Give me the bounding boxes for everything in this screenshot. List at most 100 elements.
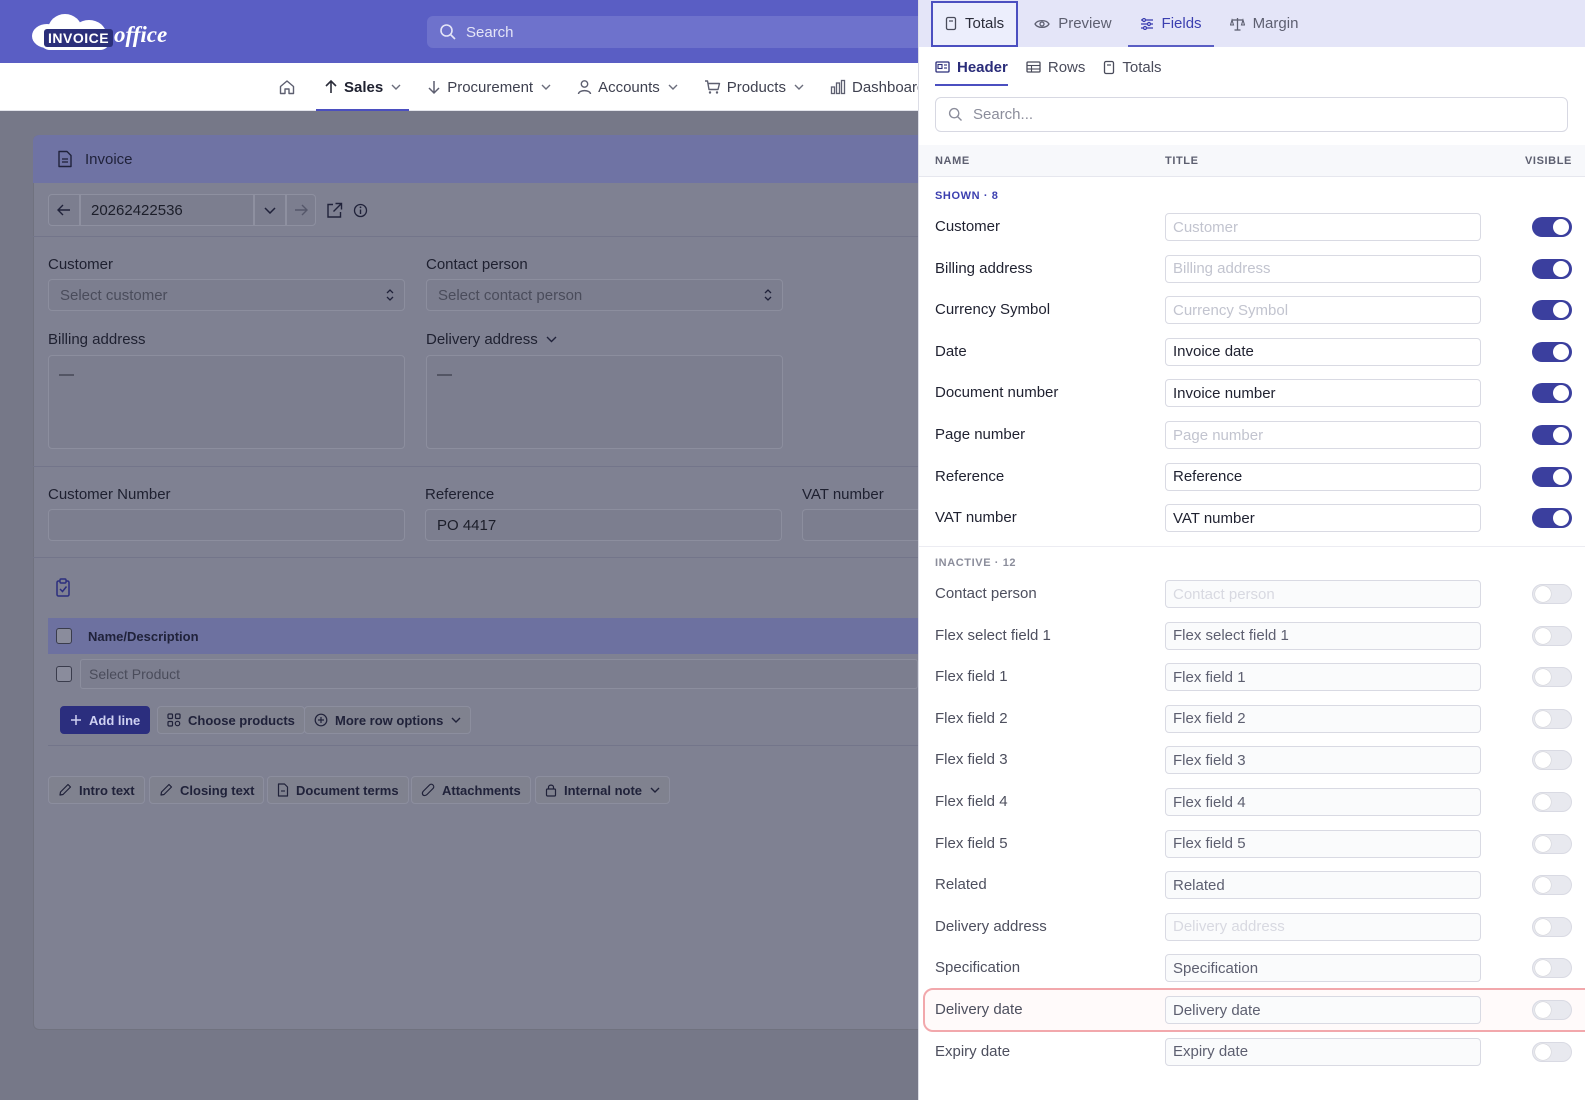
field-title-input[interactable] <box>1165 746 1481 775</box>
field-title-input[interactable] <box>1165 871 1481 900</box>
next-document-button[interactable] <box>286 194 316 226</box>
divider <box>33 557 933 558</box>
toggle-knob <box>1535 835 1551 852</box>
visibility-toggle[interactable] <box>1532 792 1572 812</box>
visibility-toggle[interactable] <box>1532 875 1572 896</box>
visibility-toggle[interactable] <box>1532 300 1572 321</box>
contact-person-select[interactable]: Select contact person <box>426 279 783 311</box>
field-title-input[interactable] <box>1165 580 1481 608</box>
reference-input[interactable]: PO 4417 <box>425 509 782 541</box>
field-title-input[interactable] <box>1165 621 1481 650</box>
field-title-input[interactable] <box>1165 421 1481 449</box>
chevron-down-icon <box>451 717 461 723</box>
billing-address-box[interactable]: — <box>48 355 405 449</box>
attachments-button[interactable]: Attachments <box>411 776 531 804</box>
visibility-toggle[interactable] <box>1532 750 1572 771</box>
divider <box>33 466 933 467</box>
field-name: Currency Symbol <box>935 301 1051 319</box>
customer-select[interactable]: Select customer <box>48 279 405 311</box>
panel-subtabs: Header Rows Totals <box>919 47 1585 87</box>
closing-text-button[interactable]: Closing text <box>149 776 265 804</box>
visibility-toggle[interactable] <box>1532 1041 1572 1062</box>
visibility-toggle[interactable] <box>1532 625 1572 646</box>
field-title-input[interactable] <box>1165 788 1481 816</box>
tab-totals[interactable]: Totals <box>931 0 1019 47</box>
visibility-toggle[interactable] <box>1532 508 1572 529</box>
document-dropdown-button[interactable] <box>254 194 286 226</box>
list-item: Delivery date <box>919 989 1585 1031</box>
global-search[interactable]: Search <box>427 16 987 48</box>
home-icon[interactable] <box>278 63 298 111</box>
global-search-placeholder: Search <box>466 23 514 41</box>
list-item: Flex field 5 <box>919 823 1585 865</box>
table-icon <box>1026 61 1041 73</box>
nav-item-accounts[interactable]: Accounts <box>569 63 686 111</box>
info-icon[interactable] <box>353 203 368 218</box>
edit-external-icon[interactable] <box>326 202 343 219</box>
tab-preview[interactable]: Preview <box>1022 0 1123 47</box>
visibility-toggle[interactable] <box>1532 958 1572 979</box>
field-title-input[interactable] <box>1165 254 1481 283</box>
visibility-toggle[interactable] <box>1532 258 1572 279</box>
visibility-toggle[interactable] <box>1532 1000 1572 1020</box>
row-checkbox[interactable] <box>56 666 72 682</box>
field-title-input[interactable] <box>1165 954 1481 983</box>
delivery-address-label[interactable]: Delivery address <box>426 331 557 348</box>
document-number-field[interactable]: 20262422536 <box>80 194 254 226</box>
list-item: Contact person <box>919 573 1585 615</box>
nav-item-procurement[interactable]: Procurement <box>419 63 559 111</box>
field-title-input[interactable] <box>1165 213 1481 241</box>
visibility-toggle[interactable] <box>1532 383 1572 404</box>
field-title-input[interactable] <box>1165 663 1481 692</box>
field-title-input[interactable] <box>1165 504 1481 533</box>
fields-search-input[interactable]: Search... <box>935 97 1568 132</box>
visibility-toggle[interactable] <box>1532 916 1572 937</box>
toggle-knob <box>1535 627 1551 644</box>
field-title-input[interactable] <box>1165 912 1481 941</box>
intro-text-button[interactable]: Intro text <box>48 776 145 804</box>
customer-number-input[interactable] <box>48 509 405 541</box>
more-row-options-button[interactable]: More row options <box>304 706 472 734</box>
field-title-input[interactable] <box>1165 296 1481 325</box>
previous-document-button[interactable] <box>48 194 80 226</box>
invoice-card-header: Invoice <box>33 135 933 183</box>
visibility-toggle[interactable] <box>1532 425 1572 445</box>
choose-products-button[interactable]: Choose products <box>157 706 305 734</box>
clipboard-check-icon[interactable] <box>55 578 73 598</box>
logo[interactable]: INVOICE office <box>30 14 167 50</box>
select-all-checkbox[interactable] <box>56 628 72 644</box>
tab-margin[interactable]: Margin <box>1218 0 1311 47</box>
tab-fields[interactable]: Fields <box>1127 0 1214 47</box>
visibility-toggle[interactable] <box>1532 341 1572 362</box>
contact-person-label: Contact person <box>426 256 528 273</box>
vat-number-input[interactable] <box>802 509 918 541</box>
visibility-toggle[interactable] <box>1532 833 1572 854</box>
visibility-toggle[interactable] <box>1532 584 1572 604</box>
field-title-input[interactable] <box>1165 462 1481 491</box>
subtab-header[interactable]: Header <box>935 48 1008 86</box>
visibility-toggle[interactable] <box>1532 667 1572 688</box>
select-product-input[interactable]: Select Product <box>80 659 918 689</box>
eye-icon <box>1034 19 1050 28</box>
internal-note-button[interactable]: Internal note <box>535 776 671 804</box>
attachments-label: Attachments <box>442 782 521 798</box>
visibility-toggle[interactable] <box>1532 217 1572 237</box>
nav-item-sales[interactable]: Sales <box>316 63 410 111</box>
field-title-input[interactable] <box>1165 379 1481 408</box>
field-title-input[interactable] <box>1165 829 1481 858</box>
list-item: Page number <box>919 414 1585 456</box>
visibility-toggle[interactable] <box>1532 466 1572 487</box>
nav-item-products[interactable]: Products <box>696 63 812 111</box>
subtab-rows[interactable]: Rows <box>1026 48 1085 86</box>
delivery-address-box[interactable]: — <box>426 355 783 449</box>
add-line-button[interactable]: Add line <box>60 706 151 734</box>
field-title-input[interactable] <box>1165 337 1481 366</box>
field-name: VAT number <box>935 509 1017 527</box>
field-title-input[interactable] <box>1165 704 1481 733</box>
document-terms-button[interactable]: Document terms <box>267 776 409 804</box>
field-title-input[interactable] <box>1165 996 1481 1024</box>
field-title-input[interactable] <box>1165 1037 1481 1066</box>
visibility-toggle[interactable] <box>1532 708 1572 729</box>
internal-note-label: Internal note <box>564 782 643 798</box>
subtab-totals[interactable]: Totals <box>1103 48 1162 86</box>
